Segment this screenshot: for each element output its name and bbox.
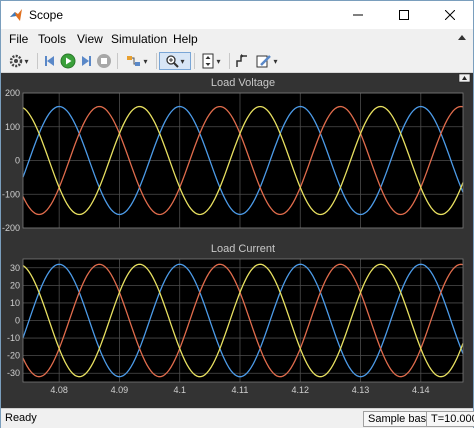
status-bar: Ready Sample based T=10.000 — [1, 408, 474, 428]
status-text: Ready — [5, 412, 37, 424]
measure-icon — [236, 54, 247, 67]
highlight-block-button[interactable]: ▾ — [121, 52, 153, 70]
style-button[interactable]: ▾ — [253, 52, 281, 70]
menu-dock-icon[interactable] — [455, 31, 469, 45]
load-current-plot[interactable]: Load Current3020100-10-20-304.08 4.09 4.1 4… — [7, 243, 464, 395]
run-button[interactable] — [59, 52, 77, 70]
menu-bar: File Tools View Simulation Help — [1, 29, 473, 49]
scope-window: Scope File Tools View Simulation Help ▾ — [0, 0, 474, 428]
menu-simulation[interactable]: Simulation — [111, 32, 167, 46]
y-tick-label: 200 — [5, 88, 20, 98]
x-tick-label: 4.08 — [50, 385, 68, 395]
undock-button[interactable] — [458, 73, 471, 83]
toolbar-separator — [37, 53, 38, 69]
zoom-icon — [166, 55, 180, 68]
fit-icon — [202, 53, 214, 69]
y-tick-label: -10 — [7, 333, 20, 343]
step-forward-icon — [82, 56, 91, 66]
menu-view[interactable]: View — [77, 32, 103, 46]
window-title: Scope — [29, 8, 64, 22]
chevron-down-icon: ▾ — [143, 56, 148, 66]
scope-plots: Load Voltage2001000-100-200 Load Current… — [2, 73, 471, 395]
y-tick-label: 20 — [10, 280, 20, 290]
close-button[interactable] — [427, 1, 473, 29]
stop-icon — [97, 54, 111, 68]
load-voltage-plot[interactable]: Load Voltage 200 100 0 -100 -200 — [2, 77, 464, 233]
chevron-down-icon: ▾ — [273, 56, 278, 66]
gear-icon — [10, 54, 23, 68]
x-tick-label: 4.09 — [111, 385, 129, 395]
edit-icon — [256, 55, 272, 68]
maximize-button[interactable] — [381, 1, 427, 29]
y-tick-label: -30 — [7, 368, 20, 378]
title-bar: Scope — [1, 1, 473, 29]
y-tick-label: -200 — [2, 223, 20, 233]
chevron-down-icon: ▾ — [24, 56, 29, 66]
x-tick-label: 4.13 — [352, 385, 370, 395]
toolbar-separator — [229, 53, 230, 69]
chevron-down-icon: ▾ — [216, 56, 221, 66]
y-tick-label: -100 — [2, 189, 20, 199]
y-tick-label: 0 — [15, 316, 20, 326]
maximize-icon — [399, 10, 409, 20]
measurements-button[interactable] — [233, 52, 251, 70]
settings-button[interactable]: ▾ — [5, 52, 33, 70]
close-icon — [445, 10, 455, 20]
toolbar-separator — [117, 53, 118, 69]
minimize-icon — [353, 14, 363, 16]
run-icon — [60, 53, 76, 69]
plot-title: Load Voltage — [211, 77, 275, 89]
minimize-button[interactable] — [335, 1, 381, 29]
stop-button[interactable] — [95, 52, 113, 70]
step-back-button[interactable] — [41, 52, 59, 70]
plot-area: Load Voltage 200 100 0 -100 -200 Load Current… — [1, 73, 473, 408]
chevron-down-icon: ▾ — [180, 56, 185, 66]
y-tick-label: 30 — [10, 263, 20, 273]
step-forward-button[interactable] — [77, 52, 95, 70]
x-tick-label: 4.12 — [291, 385, 309, 395]
matlab-icon — [10, 9, 22, 21]
x-tick-label: 4.11 — [232, 385, 249, 395]
menu-help[interactable]: Help — [173, 32, 198, 46]
highlight-icon — [127, 56, 141, 66]
step-back-icon — [45, 56, 54, 66]
y-tick-label: 100 — [5, 122, 20, 132]
toolbar-separator — [194, 53, 195, 69]
menu-tools[interactable]: Tools — [38, 32, 66, 46]
sim-time: T=10.000 — [426, 411, 474, 427]
menu-file[interactable]: File — [9, 32, 28, 46]
zoom-button[interactable]: ▾ — [159, 52, 191, 70]
plot-title: Load Current — [211, 243, 275, 255]
x-tick-label: 4.1 — [173, 385, 186, 395]
toolbar-separator — [156, 53, 157, 69]
scale-axes-button[interactable]: ▾ — [197, 52, 225, 70]
y-tick-label: 10 — [10, 298, 20, 308]
toolbar: ▾ ▾ ▾ ▾ ▾ — [1, 49, 473, 73]
y-tick-label: 0 — [15, 156, 20, 166]
y-tick-label: -20 — [7, 351, 20, 361]
x-tick-label: 4.14 — [412, 385, 430, 395]
